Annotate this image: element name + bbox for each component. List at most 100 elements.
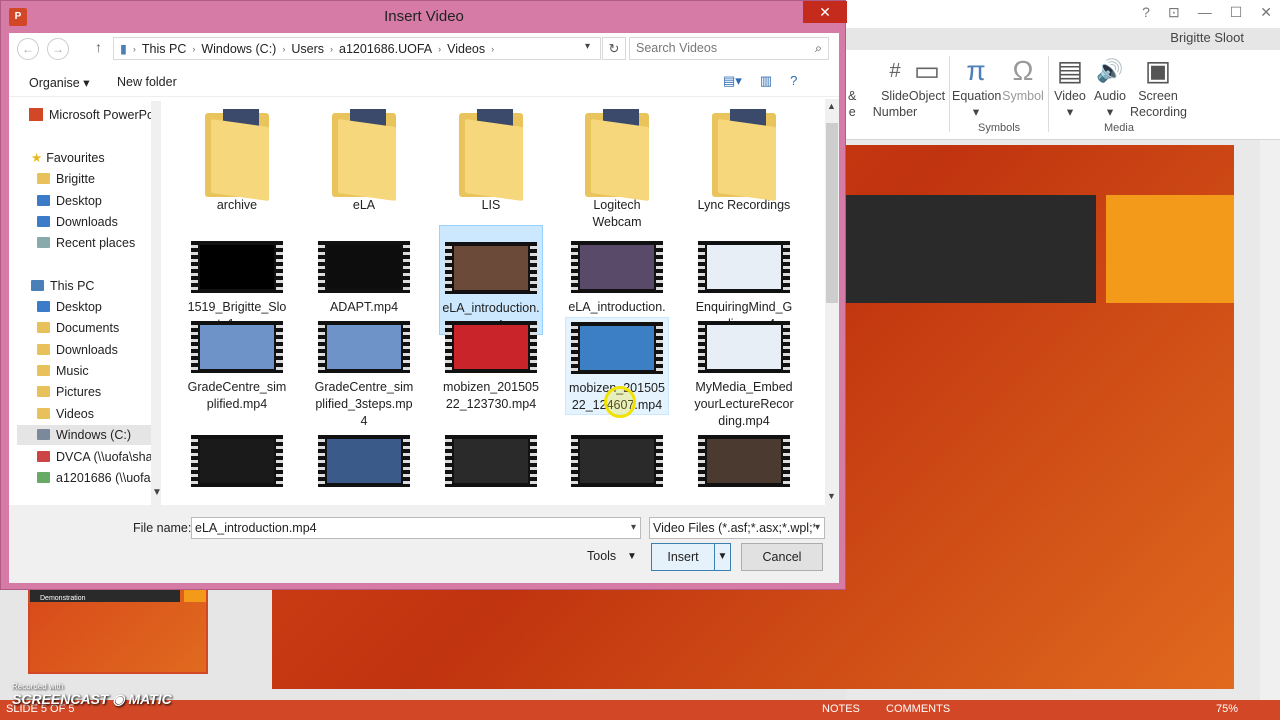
nav-item-music[interactable]: Music: [37, 361, 89, 381]
dialog-close-button[interactable]: ✕: [803, 1, 847, 23]
ribbon-sub: ▾: [972, 105, 980, 119]
forward-arrow-icon[interactable]: →: [47, 38, 69, 60]
folder-item[interactable]: LIS: [439, 99, 543, 214]
nav-item-downloads-fav[interactable]: Downloads: [37, 212, 118, 232]
chevron-down-icon[interactable]: ▼: [827, 491, 836, 501]
ribbon-audio[interactable]: 🔊 Audio ▾: [1090, 56, 1130, 120]
organise-menu[interactable]: Organise ▾: [29, 75, 89, 90]
cancel-button[interactable]: Cancel: [741, 543, 823, 571]
file-name-label: MyMedia_Embed: [695, 380, 793, 394]
chevron-icon[interactable]: ›: [192, 44, 195, 54]
folder-icon: [37, 408, 50, 419]
video-file-item[interactable]: [439, 431, 543, 493]
notes-button[interactable]: NOTES: [822, 703, 860, 715]
up-arrow-icon[interactable]: ↑: [95, 39, 102, 55]
address-dropdown-icon[interactable]: ▾: [585, 41, 590, 52]
refresh-icon[interactable]: ↻: [602, 37, 626, 60]
video-file-item[interactable]: MyMedia_Embed yourLectureRecor ding.mp4: [692, 317, 796, 430]
preview-pane-icon[interactable]: ▥: [760, 73, 772, 89]
search-input[interactable]: Search Videos ⌕: [629, 37, 829, 60]
ribbon-object[interactable]: ▭ Object: [906, 56, 948, 104]
video-file-item[interactable]: GradeCentre_sim plified_3steps.mp 4: [312, 317, 416, 430]
new-folder-button[interactable]: New folder: [117, 75, 177, 89]
nav-item-recent-places[interactable]: Recent places: [37, 233, 135, 253]
video-thumbnail: [571, 241, 663, 293]
chevron-down-icon[interactable]: ▾: [814, 518, 820, 538]
user-account[interactable]: Brigitte Sloot: [1170, 30, 1244, 45]
nav-item-desktop-fav[interactable]: Desktop: [37, 191, 102, 211]
nav-item-dvca[interactable]: DVCA (\\uofa\sha: [37, 447, 153, 467]
ribbon-header-footer[interactable]: & e: [848, 56, 856, 120]
chevron-icon[interactable]: ›: [133, 44, 136, 54]
slide-scrollbar[interactable]: [1260, 140, 1280, 700]
chevron-icon[interactable]: ›: [330, 44, 333, 54]
comments-button[interactable]: COMMENTS: [886, 703, 950, 715]
file-name-label: plified_3steps.mp: [315, 397, 413, 411]
nav-item-pictures[interactable]: Pictures: [37, 382, 101, 402]
nav-item-favourites[interactable]: ★ Favourites: [31, 148, 105, 168]
nav-item-documents[interactable]: Documents: [37, 318, 119, 338]
nav-item-powerpoint[interactable]: Microsoft PowerPo: [29, 105, 154, 125]
nav-item-windows-c[interactable]: Windows (C:): [17, 425, 151, 445]
ribbon-screen-recording[interactable]: ▣ Screen Recording: [1130, 56, 1187, 120]
tools-menu[interactable]: Tools: [587, 549, 616, 563]
breadcrumb-user-folder[interactable]: a1201686.UOFA: [339, 42, 432, 56]
folder-item[interactable]: archive: [185, 99, 289, 214]
video-file-item[interactable]: [692, 431, 796, 493]
insert-label[interactable]: Insert: [652, 544, 714, 570]
chevron-icon[interactable]: ›: [491, 44, 494, 54]
video-file-item[interactable]: [565, 431, 669, 493]
nav-item-this-pc[interactable]: This PC: [31, 276, 94, 296]
zoom-level[interactable]: 75%: [1216, 703, 1238, 715]
nav-item-a1201686[interactable]: a1201686 (\\uofa: [37, 468, 151, 488]
chevron-up-icon[interactable]: ▲: [827, 101, 836, 111]
chevron-down-icon[interactable]: ▾: [631, 518, 636, 538]
video-frame: [707, 325, 781, 369]
file-name-label: eLA_introduction.: [568, 300, 666, 314]
video-file-item[interactable]: mobizen_201505 22_123730.mp4: [439, 317, 543, 413]
slide-accent-box[interactable]: [1106, 195, 1234, 303]
help-button[interactable]: ?: [1142, 4, 1150, 21]
video-thumbnail: [191, 435, 283, 487]
back-arrow-icon[interactable]: ←: [17, 38, 39, 60]
address-bar[interactable]: ▮ › This PC › Windows (C:) › Users › a12016…: [113, 37, 601, 60]
breadcrumb-windows-c[interactable]: Windows (C:): [201, 42, 276, 56]
video-file-item[interactable]: [312, 431, 416, 493]
folder-item[interactable]: eLA: [312, 99, 416, 214]
ribbon-equation[interactable]: π Equation ▾: [952, 56, 1001, 120]
folder-item[interactable]: Lync Recordings: [692, 99, 796, 214]
group-symbols-label: Symbols: [978, 122, 1021, 134]
video-file-item[interactable]: ADAPT.mp4: [312, 225, 416, 316]
nav-item-desktop[interactable]: Desktop: [37, 297, 102, 317]
view-options-icon[interactable]: ▤▾: [723, 73, 742, 89]
network-drive-icon: [37, 451, 50, 462]
chevron-icon[interactable]: ›: [282, 44, 285, 54]
insert-button[interactable]: Insert ▼: [651, 543, 731, 571]
help-icon[interactable]: ?: [790, 73, 797, 89]
video-thumbnail: [571, 322, 663, 374]
minimize-button[interactable]: —: [1198, 4, 1212, 21]
slide-title-box[interactable]: [846, 195, 1096, 303]
breadcrumb-videos[interactable]: Videos: [447, 42, 485, 56]
insert-dropdown-icon[interactable]: ▼: [714, 544, 730, 570]
video-file-item[interactable]: GradeCentre_sim plified.mp4: [185, 317, 289, 413]
scrollbar-thumb[interactable]: [826, 123, 838, 303]
nav-item-brigitte[interactable]: Brigitte: [37, 169, 95, 189]
nav-item-videos[interactable]: Videos: [37, 404, 94, 424]
tools-dropdown-icon[interactable]: ▼: [627, 551, 637, 562]
video-file-item[interactable]: [185, 431, 289, 493]
chevron-icon[interactable]: ›: [438, 44, 441, 54]
maximize-button[interactable]: ☐: [1230, 4, 1243, 21]
folder-item[interactable]: Logitech Webcam: [565, 99, 669, 231]
nav-scrollbar[interactable]: [151, 101, 161, 505]
nav-item-downloads[interactable]: Downloads: [37, 340, 118, 360]
filename-input[interactable]: eLA_introduction.mp4 ▾: [191, 517, 641, 539]
filetype-select[interactable]: Video Files (*.asf;*.asx;*.wpl;*. ▾: [649, 517, 825, 539]
ribbon-video[interactable]: ▤ Video ▾: [1052, 56, 1088, 120]
breadcrumb-this-pc[interactable]: This PC: [142, 42, 186, 56]
close-window-button[interactable]: ✕: [1260, 4, 1272, 21]
ribbon-display-button[interactable]: ⊡: [1168, 4, 1180, 21]
breadcrumb-users[interactable]: Users: [291, 42, 324, 56]
slide-thumbnail[interactable]: Demonstration: [28, 586, 208, 674]
ribbon-symbol[interactable]: Ω Symbol: [1000, 56, 1046, 104]
